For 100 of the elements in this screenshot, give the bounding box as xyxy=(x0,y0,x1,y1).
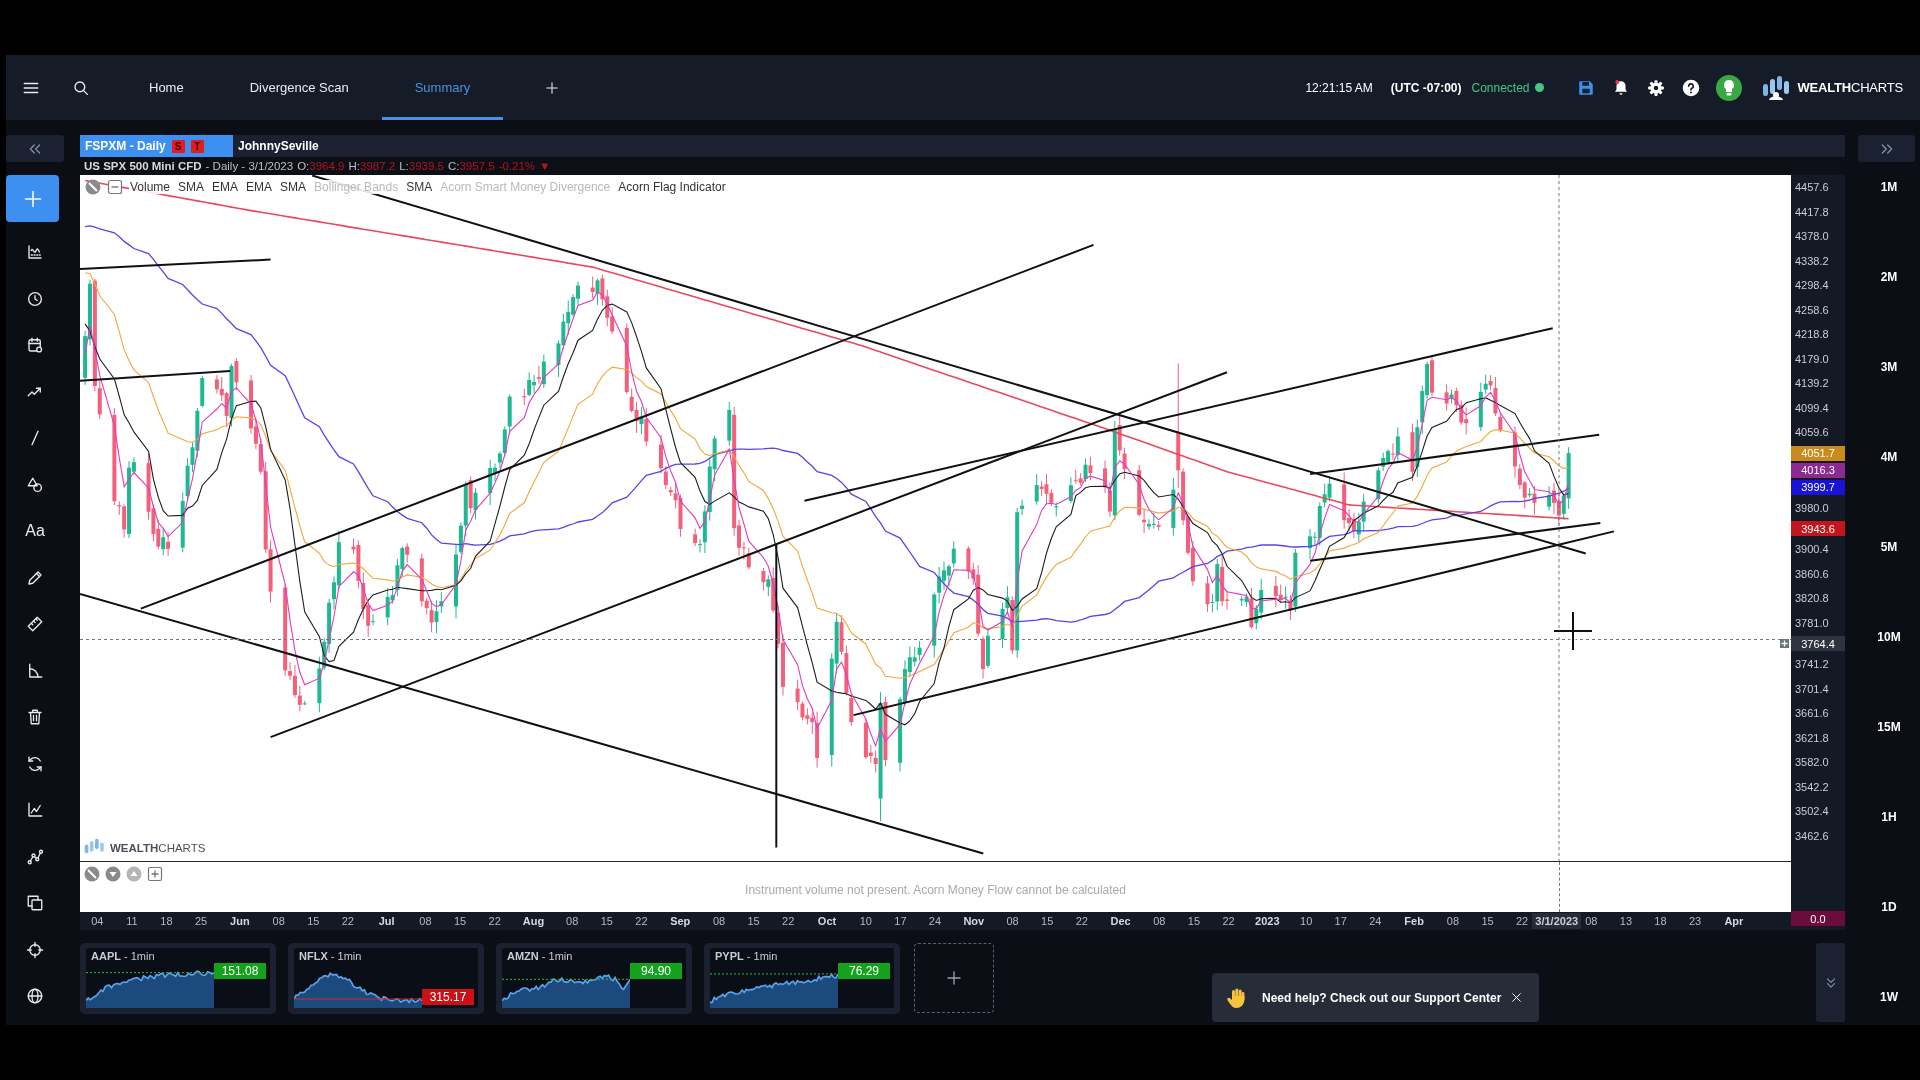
trend-line[interactable] xyxy=(803,327,1554,502)
date-label: 22 xyxy=(635,915,648,927)
trend-line[interactable] xyxy=(269,371,1228,739)
price-badge: 315.17 xyxy=(422,989,474,1005)
trend-line[interactable] xyxy=(1309,521,1602,562)
save-icon[interactable] xyxy=(1576,78,1595,97)
add-pane-icon[interactable] xyxy=(147,866,163,882)
trend-line[interactable] xyxy=(80,370,232,382)
refresh-icon[interactable] xyxy=(26,754,44,773)
crosshair-icon[interactable] xyxy=(26,940,44,959)
indicator-label[interactable]: Volume xyxy=(129,180,172,194)
help-icon[interactable] xyxy=(1681,78,1700,97)
trend-line[interactable] xyxy=(80,258,272,270)
search-icon[interactable] xyxy=(72,78,90,97)
hide-icon[interactable] xyxy=(84,866,100,882)
trash-icon[interactable] xyxy=(26,708,44,727)
price-label: 4179.0 xyxy=(1795,352,1829,365)
timeframe-button[interactable]: 1W xyxy=(1875,987,1903,1007)
chart-tab[interactable]: FSPXM - Daily S T xyxy=(80,135,233,157)
timeframe-button[interactable]: 3M xyxy=(1875,357,1903,377)
brand-name[interactable]: WEALTHCHARTS xyxy=(1797,80,1903,95)
add-button[interactable] xyxy=(6,175,59,222)
line-chart-icon[interactable] xyxy=(26,801,44,820)
mini-chart-title: PYPL - 1min xyxy=(714,949,778,962)
clock-icon[interactable] xyxy=(26,289,44,308)
lightbulb-icon[interactable] xyxy=(1715,74,1742,101)
collapse-button[interactable] xyxy=(6,135,64,162)
price-label: 3860.6 xyxy=(1795,567,1829,580)
change-arrow: ▼ xyxy=(539,160,551,172)
flag-badge: S xyxy=(171,139,185,153)
expand-button[interactable] xyxy=(1858,135,1915,162)
move-down-icon[interactable] xyxy=(105,866,121,882)
trend-line[interactable] xyxy=(1309,433,1601,475)
price-badge: 3943.6 xyxy=(1791,521,1845,536)
timeframe-button[interactable]: 1D xyxy=(1875,897,1903,917)
close-icon[interactable] xyxy=(1510,991,1523,1004)
calendar-icon[interactable] xyxy=(26,336,44,355)
indicator-label[interactable]: Acorn Flag Indicator xyxy=(617,180,727,194)
timeframe-button[interactable]: 2M xyxy=(1875,267,1903,287)
timeframe-button[interactable]: 10M xyxy=(1875,627,1903,647)
plus-icon[interactable] xyxy=(545,80,560,95)
ruler-icon[interactable] xyxy=(26,615,44,634)
mini-chart-card[interactable]: PYPL - 1min 76.29 xyxy=(704,943,900,1014)
timeframe-button[interactable]: 1H xyxy=(1875,807,1903,827)
date-label: Apr xyxy=(1724,915,1744,927)
timeframe-button[interactable]: 5M xyxy=(1875,537,1903,557)
price-label: 3701.4 xyxy=(1795,682,1829,695)
nav-tab[interactable]: Divergence Scan xyxy=(216,55,382,120)
date-label: 08 xyxy=(566,915,579,927)
price-label: 4218.8 xyxy=(1795,328,1829,341)
price-label: 4298.4 xyxy=(1795,279,1829,292)
timeframe-button[interactable]: 4M xyxy=(1875,447,1903,467)
date-label: 17 xyxy=(894,915,907,927)
logo-icon xyxy=(84,838,106,857)
text-tool[interactable]: Aa xyxy=(25,522,45,541)
shapes-icon[interactable] xyxy=(26,475,44,494)
mini-chart-card[interactable]: AMZN - 1min 94.90 xyxy=(496,943,692,1014)
mini-chart-card[interactable]: AAPL - 1min 151.08 xyxy=(80,943,276,1014)
date-label: 15 xyxy=(1481,915,1494,927)
price-label: 3582.0 xyxy=(1795,756,1829,769)
price-label: 3621.8 xyxy=(1795,731,1829,744)
date-label: 23 xyxy=(1688,915,1702,927)
quote-details: - Daily - 3/1/2023 xyxy=(205,160,294,172)
copy-icon[interactable] xyxy=(26,894,44,913)
ohlc-value: L:3939.5 xyxy=(399,160,444,172)
indicator-label[interactable]: SMA xyxy=(279,180,308,194)
indicator-label[interactable]: EMA xyxy=(245,180,274,194)
chart-tab[interactable]: JohnnySeville xyxy=(233,135,329,157)
date-label: 11 xyxy=(126,915,138,927)
timeframe-button[interactable]: 1M xyxy=(1875,177,1903,197)
crosshair-plus-icon[interactable] xyxy=(1780,639,1789,648)
nav-tab[interactable]: Summary xyxy=(381,55,504,120)
mini-chart-title: AAPL - 1min xyxy=(90,949,155,962)
trend-line[interactable] xyxy=(775,543,778,849)
date-label: 04 xyxy=(91,915,104,927)
indicator-label[interactable]: SMA xyxy=(177,180,206,194)
logo-icon[interactable] xyxy=(1761,74,1792,101)
date-label: Nov xyxy=(963,915,985,927)
date-label: Sep xyxy=(670,915,691,927)
date-label: 18 xyxy=(160,915,173,927)
plus-icon xyxy=(22,188,43,209)
date-label: 08 xyxy=(712,915,726,927)
globe-icon[interactable] xyxy=(26,987,44,1006)
cursor-price-badge: 3764.4 xyxy=(1791,636,1845,651)
chart-area[interactable]: Volume SMA EMA EMA SMA Bollinger Bands SMA Acorn Smart Money Divergence Acorn Flag Indicator WEALTHCHARTS xyxy=(80,175,1791,861)
angle-icon[interactable] xyxy=(26,661,44,680)
ohlc-value: O:3964.9 xyxy=(297,160,345,172)
mini-chart-card[interactable]: NFLX - 1min 315.17 xyxy=(288,943,484,1014)
nodes-icon[interactable] xyxy=(26,847,44,866)
indicator-label[interactable]: SMA xyxy=(405,180,434,194)
add-chart-button[interactable] xyxy=(914,943,994,1013)
wave-chart-icon[interactable] xyxy=(26,243,44,262)
date-label: Jul xyxy=(378,915,395,927)
indicator-label[interactable]: EMA xyxy=(211,180,240,194)
collapse-icon[interactable] xyxy=(107,179,123,195)
timeframe-button[interactable]: 15M xyxy=(1875,717,1903,737)
hide-icon[interactable] xyxy=(85,179,101,195)
cursor-date-label: 3/1/2023 xyxy=(1532,913,1582,929)
help-text[interactable]: Need help? Check out our Support Center xyxy=(1262,990,1502,1005)
nav-tab[interactable]: Home xyxy=(116,55,217,120)
